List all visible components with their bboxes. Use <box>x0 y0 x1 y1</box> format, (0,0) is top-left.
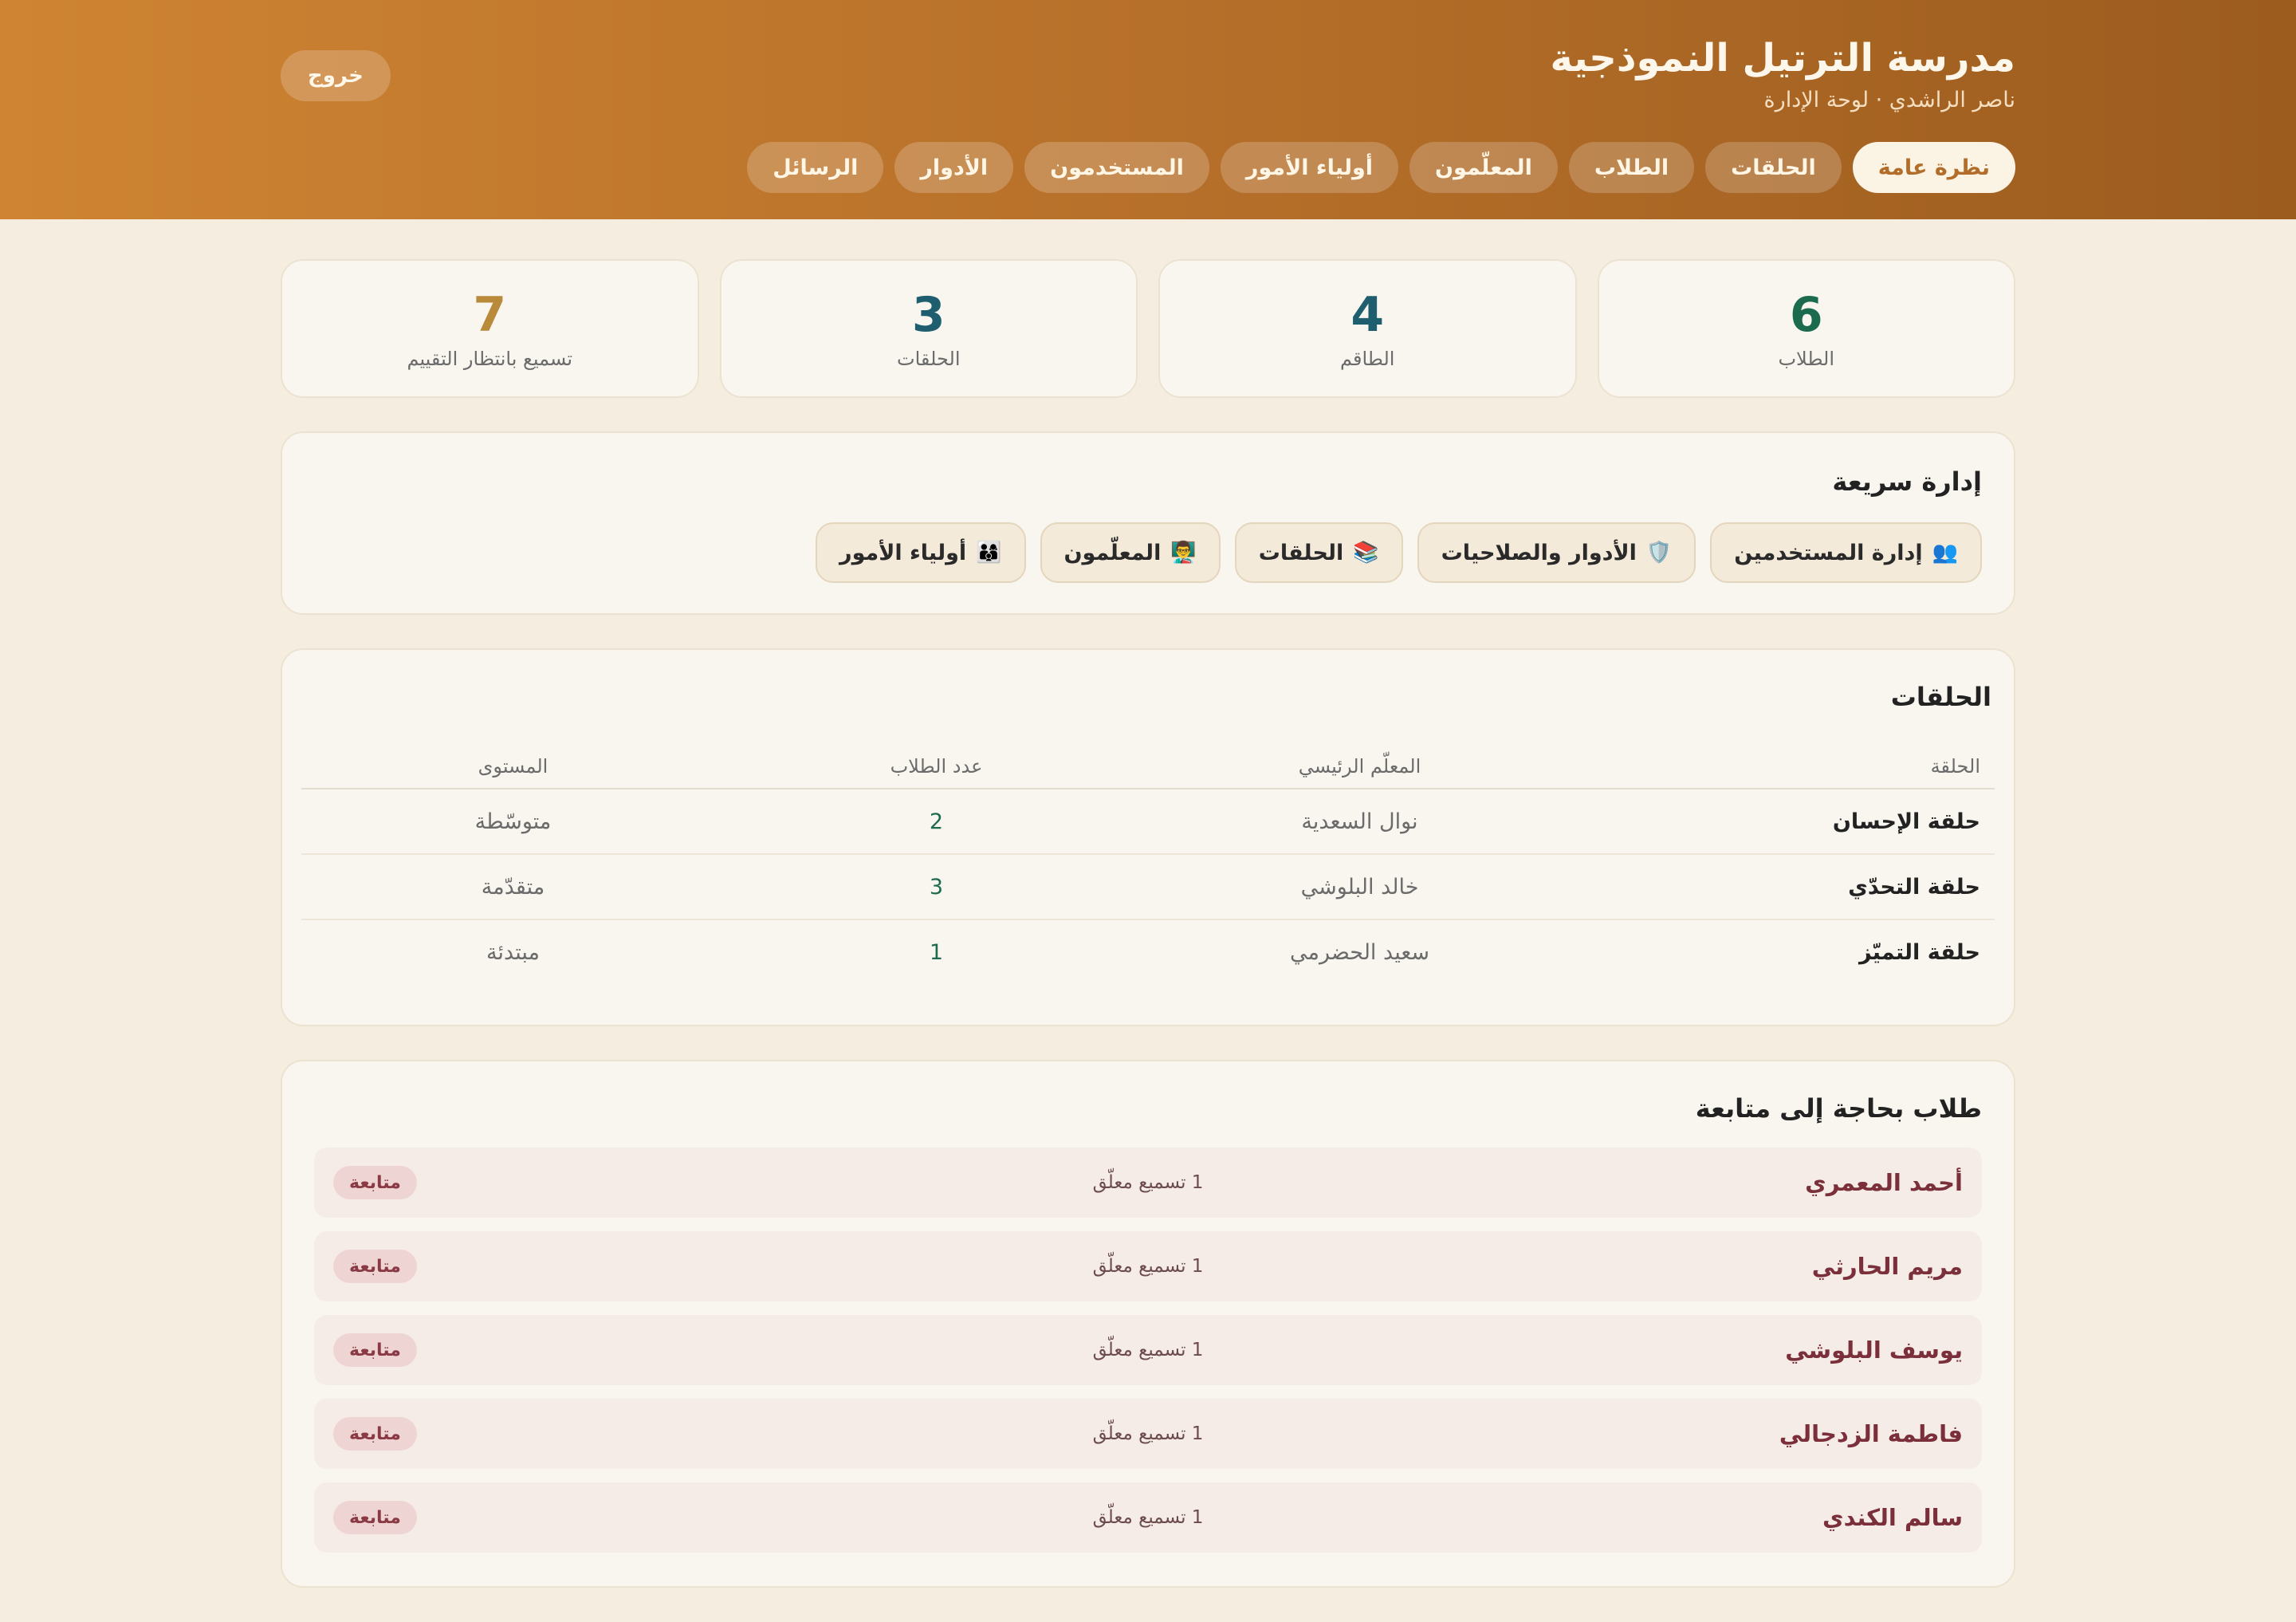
stat-label: تسميع بانتظار التقييم <box>407 348 573 370</box>
student-name: مريم الحارثي <box>1811 1253 1963 1280</box>
button-label: المعلّمون <box>1063 540 1162 565</box>
table-row[interactable]: حلقة الإحسان نوال السعدية 2 متوسّطة <box>301 789 1995 855</box>
tab-teachers[interactable]: المعلّمون <box>1409 142 1558 193</box>
main-content: 6 الطلاب 4 الطاقم 3 الحلقات 7 تسميع بانت… <box>281 259 2015 1588</box>
stat-card-students: 6 الطلاب <box>1597 259 2015 398</box>
circle-count: 3 <box>725 854 1148 920</box>
list-item[interactable]: يوسف البلوشي 1 تسميع معلّق متابعة <box>314 1315 1982 1385</box>
circle-level: متوسّطة <box>301 789 725 855</box>
pending-note: 1 تسميع معلّق <box>1092 1423 1204 1444</box>
stat-label: الطاقم <box>1340 348 1395 370</box>
user-subtitle: ناصر الراشدي · لوحة الإدارة <box>1763 88 2015 112</box>
stat-value: 4 <box>1350 287 1385 343</box>
stat-card-circles: 3 الحلقات <box>719 259 1138 398</box>
followup-badge: متابعة <box>333 1417 417 1451</box>
family-icon: 👨‍👩‍👦 <box>976 541 1002 565</box>
section-title: طلاب بحاجة إلى متابعة <box>1695 1093 1982 1124</box>
column-header: المستوى <box>301 744 725 789</box>
button-label: أولياء الأمور <box>839 540 967 565</box>
student-name: يوسف البلوشي <box>1785 1337 1963 1364</box>
quick-buttons: 👥 إدارة المستخدمين 🛡️ الأدوار والصلاحيات… <box>314 522 1982 583</box>
manage-users-button[interactable]: 👥 إدارة المستخدمين <box>1710 522 1982 583</box>
circle-teacher: سعيد الحضرمي <box>1290 940 1429 965</box>
pending-note: 1 تسميع معلّق <box>1092 1507 1204 1528</box>
parents-button[interactable]: 👨‍👩‍👦 أولياء الأمور <box>816 522 1026 583</box>
pending-note: 1 تسميع معلّق <box>1092 1256 1204 1277</box>
main-nav: نظرة عامة الحلقات الطلاب المعلّمون أوليا… <box>747 142 2015 193</box>
followup-badge: متابعة <box>333 1333 417 1367</box>
school-title: مدرسة الترتيل النموذجية <box>1550 36 2015 81</box>
logout-button[interactable]: خروج <box>281 50 391 101</box>
stat-value: 6 <box>1789 287 1823 343</box>
stat-card-staff: 4 الطاقم <box>1158 259 1577 398</box>
circle-name: حلقة الإحسان <box>1571 789 1995 855</box>
section-title: إدارة سريعة <box>1832 467 1982 497</box>
tab-roles[interactable]: الأدوار <box>894 142 1014 193</box>
table-header-row: الحلقة المعلّم الرئيسي عدد الطلاب المستو… <box>301 744 1995 789</box>
pending-note: 1 تسميع معلّق <box>1092 1340 1204 1360</box>
tab-overview[interactable]: نظرة عامة <box>1852 142 2015 193</box>
users-icon: 👥 <box>1932 541 1958 565</box>
followup-badge: متابعة <box>333 1166 417 1199</box>
list-item[interactable]: فاطمة الزدجالي 1 تسميع معلّق متابعة <box>314 1399 1982 1469</box>
circle-teacher: خالد البلوشي <box>1148 854 1571 920</box>
student-name: سالم الكندي <box>1822 1504 1963 1531</box>
tab-students[interactable]: الطلاب <box>1568 142 1695 193</box>
teachers-button[interactable]: 👨‍🏫 المعلّمون <box>1040 522 1221 583</box>
tab-messages[interactable]: الرسائل <box>747 142 884 193</box>
pending-note: 1 تسميع معلّق <box>1092 1172 1204 1193</box>
app-header: مدرسة الترتيل النموذجية ناصر الراشدي · ل… <box>0 0 2296 219</box>
circle-name: حلقة التحدّي <box>1571 854 1995 920</box>
roles-permissions-button[interactable]: 🛡️ الأدوار والصلاحيات <box>1417 522 1696 583</box>
followup-list: أحمد المعمري 1 تسميع معلّق متابعة مريم ا… <box>314 1148 1982 1553</box>
student-name: فاطمة الزدجالي <box>1779 1420 1963 1447</box>
tab-users[interactable]: المستخدمون <box>1024 142 1209 193</box>
stat-value: 3 <box>911 287 946 343</box>
column-header: الحلقة <box>1571 744 1995 789</box>
circle-level: مبتدئة <box>486 940 540 965</box>
button-label: الأدوار والصلاحيات <box>1441 540 1637 565</box>
student-name: أحمد المعمري <box>1805 1169 1963 1196</box>
section-title: الحلقات <box>1890 682 1991 712</box>
stat-label: الطلاب <box>1778 348 1835 370</box>
books-icon: 📚 <box>1353 541 1379 565</box>
quick-admin-card: إدارة سريعة 👥 إدارة المستخدمين 🛡️ الأدوا… <box>281 431 2015 615</box>
shield-icon: 🛡️ <box>1645 541 1673 565</box>
button-label: إدارة المستخدمين <box>1734 540 1923 565</box>
brand: مدرسة الترتيل النموذجية ناصر الراشدي · ل… <box>1551 32 2015 112</box>
button-label: الحلقات <box>1258 540 1344 565</box>
stat-card-pending: 7 تسميع بانتظار التقييم <box>281 259 699 398</box>
column-header: المعلّم الرئيسي <box>1148 744 1571 789</box>
circles-table: الحلقة المعلّم الرئيسي عدد الطلاب المستو… <box>301 744 1995 985</box>
tab-parents[interactable]: أولياء الأمور <box>1220 142 1398 193</box>
followup-card: طلاب بحاجة إلى متابعة أحمد المعمري 1 تسم… <box>281 1060 2015 1588</box>
teacher-icon: 👨‍🏫 <box>1170 541 1197 565</box>
column-header: عدد الطلاب <box>725 744 1148 789</box>
followup-badge: متابعة <box>333 1501 417 1534</box>
circle-name: حلقة التميّز <box>1858 940 1980 965</box>
list-item[interactable]: مريم الحارثي 1 تسميع معلّق متابعة <box>314 1231 1982 1301</box>
circle-teacher: نوال السعدية <box>1148 789 1571 855</box>
circles-button[interactable]: 📚 الحلقات <box>1234 522 1403 583</box>
list-item[interactable]: سالم الكندي 1 تسميع معلّق متابعة <box>314 1482 1982 1553</box>
stats-row: 6 الطلاب 4 الطاقم 3 الحلقات 7 تسميع بانت… <box>281 259 2015 398</box>
followup-badge: متابعة <box>333 1250 417 1283</box>
table-row[interactable]: حلقة التحدّي خالد البلوشي 3 متقدّمة <box>301 854 1995 920</box>
circle-level: متقدّمة <box>301 854 725 920</box>
tab-circles[interactable]: الحلقات <box>1705 142 1842 193</box>
circles-card: الحلقات الحلقة المعلّم الرئيسي عدد الطلا… <box>281 648 2015 1026</box>
circle-count: 2 <box>725 789 1148 855</box>
circle-count: 1 <box>929 940 944 965</box>
list-item[interactable]: أحمد المعمري 1 تسميع معلّق متابعة <box>314 1148 1982 1218</box>
stat-value: 7 <box>473 287 507 343</box>
stat-label: الحلقات <box>897 348 961 370</box>
table-row[interactable]: حلقة التميّز سعيد الحضرمي 1 مبتدئة <box>301 919 1995 985</box>
